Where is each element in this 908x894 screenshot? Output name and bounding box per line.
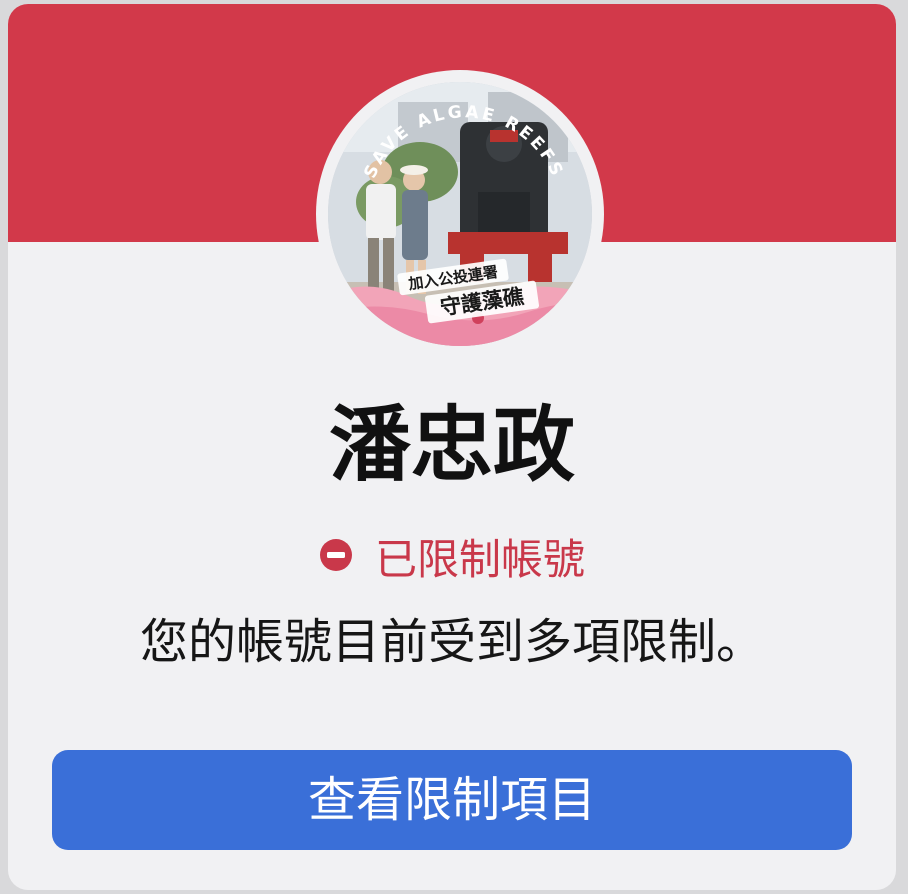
- restricted-account-card: 加入公投連署 守護藻礁 SAVE ALGAE REEFS 潘忠政 已限制帳號 您…: [8, 4, 896, 890]
- view-restrictions-button[interactable]: 查看限制項目: [52, 750, 852, 850]
- status-label: 已限制帳號: [374, 535, 585, 584]
- avatar[interactable]: 加入公投連署 守護藻礁 SAVE ALGAE REEFS: [328, 82, 592, 346]
- profile-photo: 加入公投連署 守護藻礁 SAVE ALGAE REEFS: [328, 82, 592, 346]
- profile-name: 潘忠政: [328, 398, 575, 493]
- restriction-message: 您的帳號目前受到多項限制。: [139, 614, 764, 670]
- restriction-status: 已限制帳號: [8, 532, 896, 588]
- avatar-frame: 加入公投連署 守護藻礁 SAVE ALGAE REEFS: [316, 70, 604, 358]
- stop-circle-icon: [319, 539, 352, 571]
